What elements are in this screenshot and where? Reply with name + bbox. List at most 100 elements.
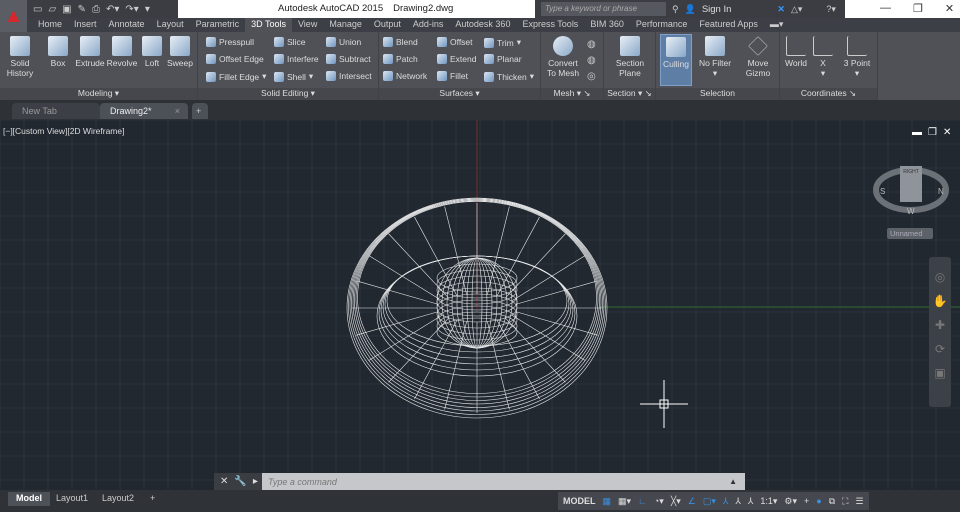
- compass-s[interactable]: S: [880, 187, 885, 196]
- zoom-icon[interactable]: ✚: [935, 318, 945, 332]
- tab-3d-tools[interactable]: 3D Tools: [245, 18, 292, 32]
- layout-tab-layout2[interactable]: Layout2: [94, 492, 142, 506]
- viewcube[interactable]: RIGHT S N W: [872, 160, 950, 218]
- steering-wheel-icon[interactable]: ◎: [935, 270, 945, 284]
- presspull-button[interactable]: Presspull: [206, 37, 254, 47]
- intersect-button[interactable]: Intersect: [326, 71, 372, 81]
- tab-parametric[interactable]: Parametric: [190, 18, 246, 32]
- close-command-line-icon[interactable]: ✕: [220, 476, 228, 487]
- model-space-button[interactable]: MODEL: [563, 496, 596, 506]
- blend-button[interactable]: Blend: [383, 37, 418, 47]
- trim-button[interactable]: Trim ▾: [484, 37, 521, 48]
- tab-featured-apps[interactable]: Featured Apps: [693, 18, 764, 32]
- three-point-ucs-button[interactable]: 3 Point ▾: [840, 36, 874, 78]
- new-icon[interactable]: ▭: [33, 4, 42, 15]
- grid-icon[interactable]: ▦: [603, 496, 612, 507]
- convert-to-mesh-button[interactable]: Convert To Mesh: [543, 36, 583, 78]
- save-icon[interactable]: ▣: [62, 4, 71, 15]
- sweep-button[interactable]: Sweep: [165, 36, 195, 68]
- panel-label-surfaces[interactable]: Surfaces ▾: [379, 88, 540, 100]
- mesh-small-tools[interactable]: ◍ ◍ ◎: [587, 37, 596, 85]
- patch-button[interactable]: Patch: [383, 54, 418, 64]
- compass-w[interactable]: W: [907, 207, 915, 216]
- slice-button[interactable]: Slice: [274, 37, 305, 47]
- planar-button[interactable]: Planar: [484, 54, 522, 64]
- object-snap-icon[interactable]: ▢▾: [703, 496, 716, 507]
- extend-button[interactable]: Extend: [437, 54, 476, 64]
- doc-tab-drawing2[interactable]: Drawing2* ×: [100, 103, 188, 119]
- smooth-less-icon[interactable]: ◍: [587, 55, 596, 66]
- tab-performance[interactable]: Performance: [630, 18, 694, 32]
- fillet-edge-button[interactable]: Fillet Edge ▾: [206, 71, 266, 82]
- tab-output[interactable]: Output: [368, 18, 407, 32]
- shell-button[interactable]: Shell ▾: [274, 71, 313, 82]
- tab-bim-360[interactable]: BIM 360: [584, 18, 630, 32]
- workspace-gear-icon[interactable]: ⚙▾: [784, 496, 797, 507]
- customize-icon[interactable]: 🔧: [234, 476, 246, 487]
- doc-tab-new-tab[interactable]: New Tab: [12, 103, 100, 119]
- osnap-tracking-icon[interactable]: ╳▾: [671, 496, 681, 507]
- annotation-visibility-icon[interactable]: ⅄: [723, 496, 729, 507]
- pan-icon[interactable]: ✋: [933, 294, 948, 308]
- loft-button[interactable]: Loft: [140, 36, 164, 68]
- command-input[interactable]: Type a command: [262, 477, 729, 487]
- ribbon-toggle-icon[interactable]: ▬▾: [764, 18, 790, 32]
- tab-manage[interactable]: Manage: [323, 18, 368, 32]
- panel-label-coordinates[interactable]: Coordinates ↘: [780, 88, 877, 100]
- clean-screen-icon[interactable]: ⛶: [842, 496, 848, 507]
- orbit-icon[interactable]: ⟳: [935, 342, 945, 356]
- auto-scale-icon[interactable]: ⅄: [735, 496, 741, 507]
- viewport-controls-label[interactable]: [−][Custom View][2D Wireframe]: [3, 126, 124, 136]
- tab-insert[interactable]: Insert: [68, 18, 103, 32]
- refine-mesh-icon[interactable]: ◎: [587, 71, 596, 82]
- exchange-icon[interactable]: ✕: [777, 4, 785, 15]
- annotation-scale-icon[interactable]: ⅄: [748, 496, 754, 507]
- restore-icon[interactable]: ❐: [913, 2, 923, 15]
- no-filter-button[interactable]: No Filter ▾: [696, 36, 734, 78]
- solid-history-button[interactable]: Solid History: [4, 36, 36, 78]
- showmotion-icon[interactable]: ▣: [934, 366, 945, 380]
- annomonitor-plus-icon[interactable]: +: [804, 496, 809, 506]
- dynamic-ucs-icon[interactable]: ∠: [688, 496, 696, 507]
- close-tab-icon[interactable]: ×: [175, 106, 180, 116]
- tab-add-ins[interactable]: Add-ins: [407, 18, 450, 32]
- application-menu-button[interactable]: ▲: [0, 0, 27, 32]
- extrude-button[interactable]: Extrude: [74, 36, 106, 68]
- hardware-acceleration-icon[interactable]: ●: [816, 496, 821, 506]
- layout-tab-model[interactable]: Model: [8, 492, 50, 506]
- redo-icon[interactable]: ↷▾: [125, 4, 138, 15]
- tab-view[interactable]: View: [292, 18, 323, 32]
- x-ucs-button[interactable]: X ▾: [812, 36, 834, 78]
- panel-label-section[interactable]: Section ▾ ↘: [604, 88, 655, 100]
- subtract-button[interactable]: Subtract: [326, 54, 371, 64]
- tab-autodesk-360[interactable]: Autodesk 360: [449, 18, 516, 32]
- open-icon[interactable]: ▱: [48, 4, 56, 15]
- culling-button[interactable]: Culling: [660, 34, 692, 86]
- ucs-menu[interactable]: Unnamed: [887, 228, 933, 239]
- section-plane-button[interactable]: Section Plane: [608, 36, 652, 78]
- interfere-button[interactable]: Interfere: [274, 54, 319, 64]
- undo-icon[interactable]: ↶▾: [106, 4, 119, 15]
- tab-express-tools[interactable]: Express Tools: [516, 18, 584, 32]
- layout-tab-layout1[interactable]: Layout1: [48, 492, 96, 506]
- network-button[interactable]: Network: [383, 71, 427, 81]
- viewcube-face-right[interactable]: RIGHT: [903, 169, 919, 175]
- compass-n[interactable]: N: [938, 187, 944, 196]
- save-as-icon[interactable]: ✎: [78, 4, 86, 15]
- command-prompt-icon[interactable]: ▸: [253, 476, 258, 487]
- search-input[interactable]: Type a keyword or phrase: [541, 2, 666, 16]
- isolate-objects-icon[interactable]: ⧉: [829, 496, 835, 507]
- scale-dropdown[interactable]: 1:1▾: [760, 496, 777, 507]
- help-icon[interactable]: ?▾: [826, 4, 836, 15]
- panel-label-mesh[interactable]: Mesh ▾ ↘: [541, 88, 603, 100]
- plot-icon[interactable]: ⎙: [92, 4, 100, 15]
- drawing-viewport[interactable]: [0, 120, 960, 490]
- sign-in-button[interactable]: Sign In: [702, 4, 732, 15]
- minimize-icon[interactable]: —: [880, 2, 891, 15]
- fillet-button[interactable]: Fillet: [437, 71, 468, 81]
- panel-label-solid-editing[interactable]: Solid Editing ▾: [198, 88, 378, 100]
- panel-label-modeling[interactable]: Modeling ▾: [0, 88, 197, 100]
- command-history-icon[interactable]: ▲: [729, 477, 745, 486]
- union-button[interactable]: Union: [326, 37, 361, 47]
- tab-home[interactable]: Home: [32, 18, 68, 32]
